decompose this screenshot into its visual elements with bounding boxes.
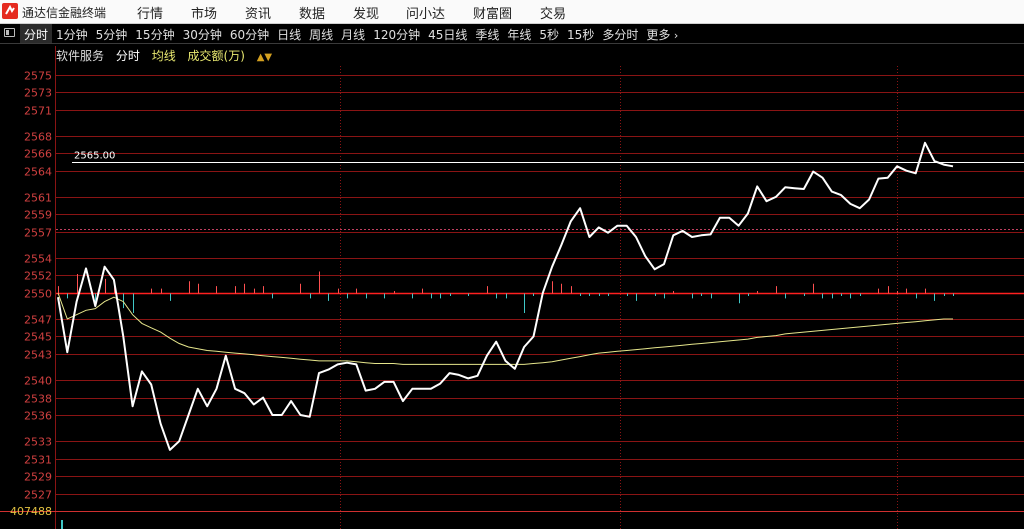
tab-30min[interactable]: 30分钟 (179, 24, 226, 43)
period-bar: 分时 1分钟 5分钟 15分钟 30分钟 60分钟 日线 周线 月线 120分钟… (0, 24, 1024, 44)
price-line (57, 141, 954, 451)
volume-axis-label: 407488 (10, 505, 52, 518)
menu-bar: 通达信金融终端 行情 市场 资讯 数据 发现 问小达 财富圈 交易 (0, 0, 1024, 24)
y-tick-label: 2554 (24, 253, 52, 266)
y-tick-label: 2543 (24, 349, 52, 362)
tab-60min[interactable]: 60分钟 (226, 24, 273, 43)
y-tick-label: 2575 (24, 70, 52, 83)
tab-fenshi[interactable]: 分时 (20, 24, 53, 43)
y-tick-label: 2573 (24, 87, 52, 100)
annotation-label: 2565.00 (74, 151, 115, 162)
chevron-right-icon: › (670, 29, 679, 42)
tab-15sec[interactable]: 15秒 (563, 24, 598, 43)
period-tabs: 分时 1分钟 5分钟 15分钟 30分钟 60分钟 日线 周线 月线 120分钟… (20, 24, 682, 43)
tab-5min[interactable]: 5分钟 (92, 24, 132, 43)
tab-more[interactable]: 更多 › (642, 24, 682, 43)
y-tick-label: 2529 (24, 471, 52, 484)
menu-item-shuju[interactable]: 数据 (299, 3, 325, 22)
menu-item-faxian[interactable]: 发现 (353, 3, 379, 22)
y-tick-label: 2561 (24, 192, 52, 205)
menu-item-zixun[interactable]: 资讯 (245, 3, 271, 22)
y-tick-label: 2533 (24, 436, 52, 449)
y-tick-label: 2566 (24, 148, 52, 161)
panel-toggle-icon[interactable] (4, 28, 15, 37)
tab-monthly[interactable]: 月线 (337, 24, 369, 43)
tab-weekly[interactable]: 周线 (305, 24, 337, 43)
more-label: 更多 (646, 28, 671, 42)
menu-item-wenxiaoda[interactable]: 问小达 (406, 3, 445, 22)
y-tick-label: 2559 (24, 209, 52, 222)
menu-item-hangqing[interactable]: 行情 (137, 3, 163, 22)
menu-item-caifuquan[interactable]: 财富圈 (473, 3, 512, 22)
y-tick-label: 2527 (24, 489, 52, 502)
tab-120min[interactable]: 120分钟 (369, 24, 424, 43)
ma-label: 均线 (151, 49, 176, 63)
tab-15min[interactable]: 15分钟 (131, 24, 178, 43)
tab-1min[interactable]: 1分钟 (52, 24, 92, 43)
y-tick-label: 2568 (24, 131, 52, 144)
y-tick-label: 2552 (24, 270, 52, 283)
mode-label: 分时 (115, 49, 140, 63)
app-title: 通达信金融终端 (22, 6, 107, 20)
tab-quarterly[interactable]: 季线 (471, 24, 503, 43)
tab-multi-fenshi[interactable]: 多分时 (598, 24, 642, 43)
chart-header: 软件服务 分时 均线 成交额(万) ▲▼ (56, 47, 280, 64)
tab-daily[interactable]: 日线 (273, 24, 305, 43)
y-tick-label: 2550 (24, 288, 52, 301)
y-tick-label: 2531 (24, 454, 52, 467)
y-tick-label: 2538 (24, 393, 52, 406)
avg-price-line (57, 292, 953, 365)
y-tick-label: 2536 (24, 410, 52, 423)
stock-name: 软件服务 (56, 49, 105, 63)
bottom-volume-bar (61, 520, 63, 529)
y-tick-label: 2564 (24, 166, 52, 179)
app-logo-icon (2, 3, 18, 19)
sort-icon[interactable]: ▲▼ (257, 52, 272, 63)
menu-item-shichang[interactable]: 市场 (191, 3, 217, 22)
volume-label: 成交额(万) (187, 49, 245, 63)
y-tick-label: 2547 (24, 314, 52, 327)
y-tick-label: 2545 (24, 331, 52, 344)
menu-item-jiaoyi[interactable]: 交易 (540, 3, 566, 22)
y-tick-label: 2571 (24, 105, 52, 118)
y-tick-label: 2557 (24, 227, 52, 240)
tab-5sec[interactable]: 5秒 (535, 24, 563, 43)
intraday-chart: 2575 2573 2571 2568 2566 2564 2561 2559 2557 2554… (0, 46, 1024, 529)
y-tick-label: 2540 (24, 375, 52, 388)
tab-yearly[interactable]: 年线 (503, 24, 535, 43)
tab-45day[interactable]: 45日线 (424, 24, 471, 43)
